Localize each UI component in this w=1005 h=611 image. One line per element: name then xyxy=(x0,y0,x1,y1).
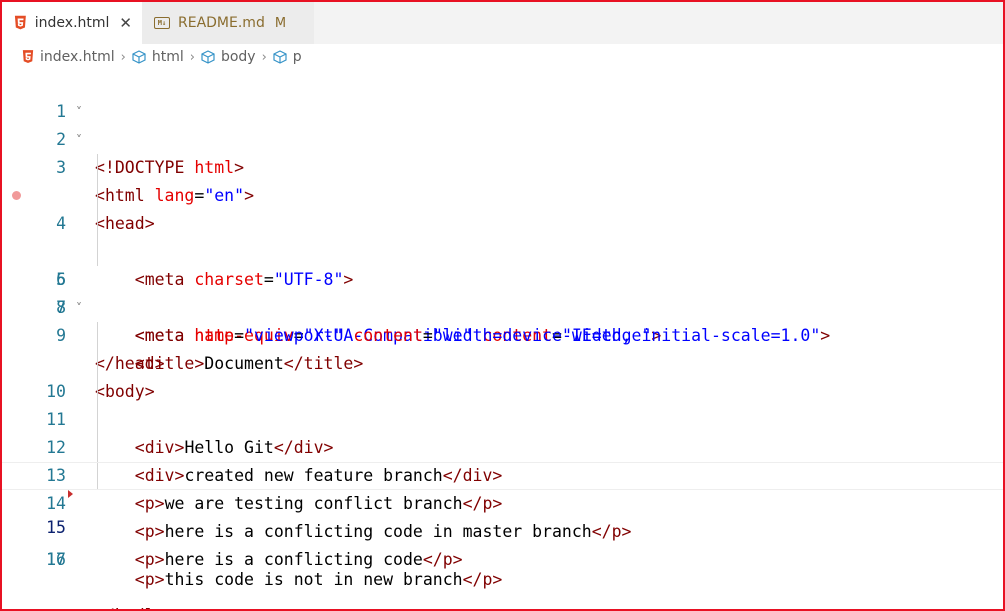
markdown-icon: M↓ xyxy=(154,17,170,29)
indent-guide xyxy=(97,434,98,462)
code-text: <p>this code is not in new branch</p> xyxy=(134,570,503,589)
deleted-line-marker-icon[interactable] xyxy=(68,490,73,498)
html5-icon xyxy=(14,15,26,30)
code-line[interactable]: 16 </body> xyxy=(2,490,1003,609)
breadcrumb-item-label: p xyxy=(292,49,302,65)
cube-icon xyxy=(132,50,146,64)
indent-guide xyxy=(97,154,98,182)
tag-name: html xyxy=(115,606,155,609)
breadcrumb-item-label: html xyxy=(151,49,184,65)
indent-guide xyxy=(97,406,98,434)
code-line[interactable]: 9 ˅ <body> xyxy=(2,294,1003,401)
indent-guide xyxy=(97,322,98,350)
tab-readme-md[interactable]: M↓ README.md M xyxy=(142,2,314,44)
code-text: </html> xyxy=(95,602,165,609)
code-line[interactable]: 6 <meta name="viewport" content="width=d… xyxy=(2,210,1003,345)
editor-window: index.html ✕ M↓ README.md M index.html ›… xyxy=(0,0,1005,611)
tab-index-html[interactable]: index.html ✕ xyxy=(2,2,142,44)
code-line[interactable]: 14 <p>here is a conflicting code</p> xyxy=(2,434,1003,569)
breakpoint-dot-icon[interactable] xyxy=(12,191,21,200)
breadcrumb-item-body[interactable]: body xyxy=(201,49,256,65)
cube-icon xyxy=(201,50,215,64)
breadcrumb-item-html[interactable]: html xyxy=(132,49,184,65)
line-number: 17 xyxy=(46,550,66,569)
fold-chevron-icon[interactable]: ˅ xyxy=(76,294,90,322)
indent-guide xyxy=(97,350,98,378)
code-line[interactable]: 7 <title>Document</title> xyxy=(2,238,1003,373)
code-line[interactable]: 13 <p>here is a conflicting code in mast… xyxy=(2,406,1003,541)
code-line[interactable]: 5 <meta http-equiv="X-UA-Compatible" con… xyxy=(2,182,1003,345)
tab-label: index.html xyxy=(34,15,110,31)
code-line[interactable]: 12 <p>we are testing conflict branch</p> xyxy=(2,378,1003,513)
indent-guide xyxy=(97,238,98,266)
tab-label: README.md xyxy=(178,15,265,31)
indent-guide xyxy=(97,210,98,238)
code-line[interactable]: 4 <meta charset="UTF-8"> xyxy=(2,154,1003,289)
tag-name: p xyxy=(482,570,493,589)
cube-icon xyxy=(273,50,287,64)
html5-icon xyxy=(22,50,34,63)
code-line[interactable]: 1 <!DOCTYPE html> xyxy=(2,70,1003,177)
code-line[interactable]: 8 </head> xyxy=(2,266,1003,373)
breadcrumb-file[interactable]: index.html xyxy=(22,49,115,65)
breadcrumb-file-label: index.html xyxy=(40,49,115,65)
tab-bar: index.html ✕ M↓ README.md M xyxy=(2,2,1003,44)
close-icon[interactable]: ✕ xyxy=(119,14,132,32)
chevron-right-icon: › xyxy=(261,49,267,65)
indent-guide xyxy=(97,182,98,210)
code-editor[interactable]: 1 <!DOCTYPE html> 2 ˅ <html lang="en"> 3… xyxy=(2,70,1003,609)
modified-badge: M xyxy=(274,15,287,31)
tag-name: p xyxy=(144,570,155,589)
breadcrumb-item-label: body xyxy=(220,49,256,65)
fold-chevron-icon[interactable]: ˅ xyxy=(76,126,90,154)
code-line[interactable]: 11 <div>created new feature branch</div> xyxy=(2,350,1003,485)
code-line[interactable]: 2 ˅ <html lang="en"> xyxy=(2,98,1003,205)
code-line-current[interactable]: 15 <p>this code is not in new branch</p> xyxy=(2,462,1003,589)
indent-guide xyxy=(97,463,98,489)
chevron-right-icon: › xyxy=(189,49,195,65)
breadcrumb-item-p[interactable]: p xyxy=(273,49,302,65)
code-line[interactable]: 17 </html> xyxy=(2,518,1003,609)
chevron-right-icon: › xyxy=(120,49,126,65)
code-line[interactable]: 10 <div>Hello Git</div> xyxy=(2,322,1003,457)
code-line[interactable]: 3 ˅ <head> xyxy=(2,126,1003,233)
indent-guide xyxy=(97,378,98,406)
fold-chevron-icon[interactable]: ˅ xyxy=(76,98,90,126)
breadcrumb: index.html › html › body › p xyxy=(2,44,1003,70)
element-text: this code is not in new branch xyxy=(164,570,463,589)
